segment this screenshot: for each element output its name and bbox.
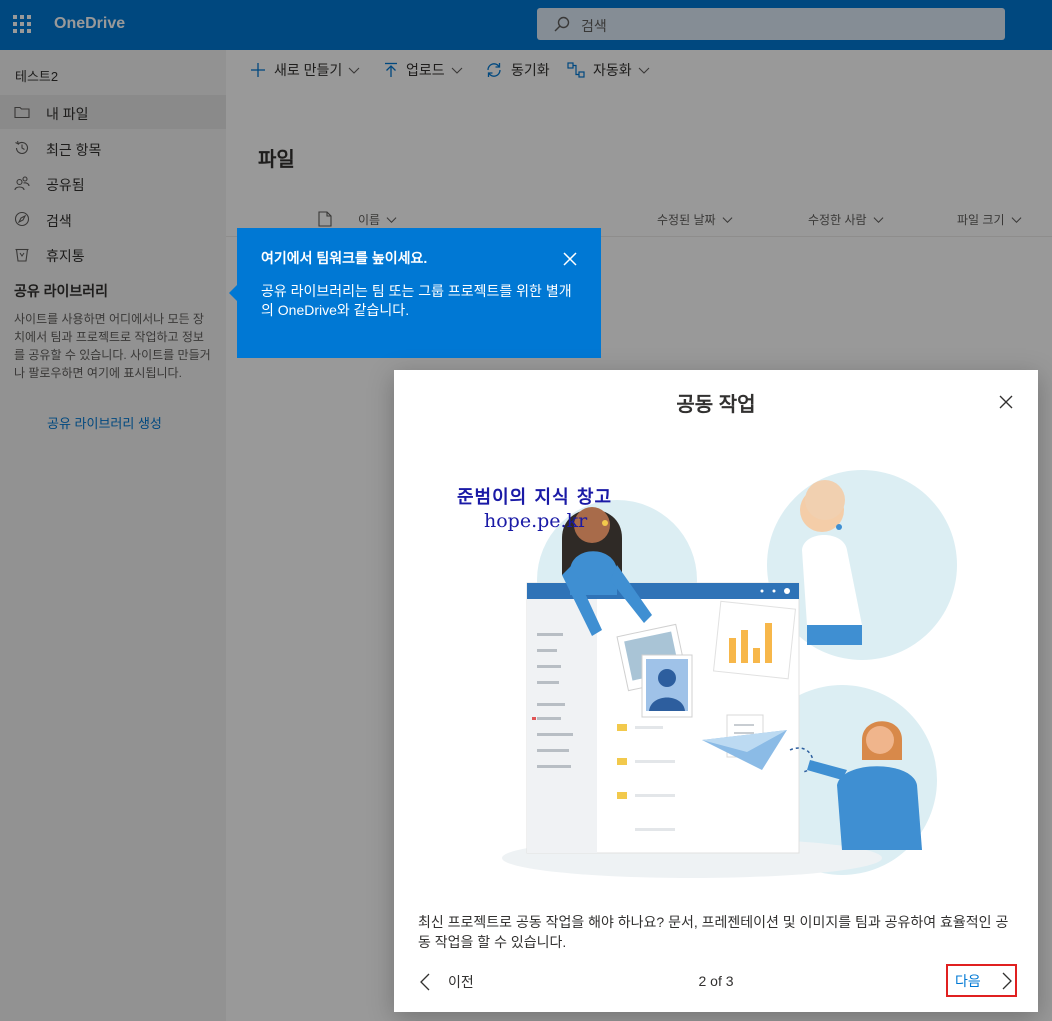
next-label: 다음 [955, 972, 981, 989]
close-icon[interactable] [998, 394, 1014, 410]
dialog-title: 공동 작업 [676, 394, 756, 416]
chevron-right-icon [1002, 972, 1012, 989]
watermark-text: 준범이의 지식 창고 [457, 487, 613, 508]
close-icon[interactable] [562, 251, 578, 267]
dialog-description: 최신 프로젝트로 공동 작업을 해야 하나요? 문서, 프레젠테이션 및 이미지… [418, 914, 1009, 950]
teaching-bubble: 여기에서 팀워크를 높이세요. 공유 라이브러리는 팀 또는 그룹 프로젝트를 … [237, 228, 601, 358]
collaboration-dialog: 공동 작업 준범이의 지식 창고 hope.pe.kr 최신 프로젝트로 공동 … [394, 370, 1038, 1012]
next-button[interactable]: 다음 [946, 964, 1017, 997]
bubble-beak [229, 285, 237, 301]
bubble-title: 여기에서 팀워크를 높이세요. [261, 250, 428, 266]
page-indicator: 2 of 3 [698, 973, 734, 989]
bubble-body: 공유 라이브러리는 팀 또는 그룹 프로젝트를 위한 별개의 OneDrive와… [261, 283, 572, 318]
watermark-url: hope.pe.kr [484, 510, 588, 532]
